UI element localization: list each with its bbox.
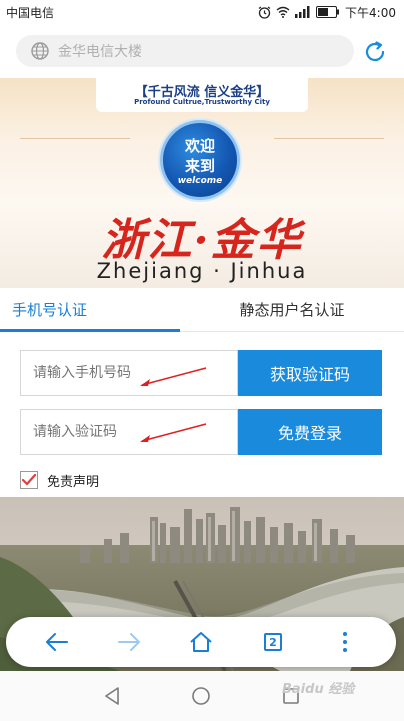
battery-icon	[316, 6, 340, 18]
nav-home-icon[interactable]	[189, 684, 213, 708]
banner-slogan-en: Profound Cultrue,Trustworthy City	[134, 98, 270, 106]
tab-count: 2	[264, 633, 282, 651]
banner-decoration	[274, 138, 384, 139]
browser-toolbar: 2	[6, 617, 396, 667]
alarm-icon	[258, 6, 271, 19]
active-tab-indicator	[0, 329, 180, 332]
disclaimer-link[interactable]: 免责声明	[47, 471, 99, 490]
checkmark-icon	[22, 474, 36, 486]
annotation-arrow-icon	[140, 367, 207, 386]
tab-phone-auth[interactable]: 手机号认证	[0, 288, 180, 332]
watermark: Baidu 经验	[282, 682, 355, 697]
refresh-icon[interactable]	[362, 39, 388, 65]
annotation-arrow-icon	[140, 423, 207, 442]
welcome-banner: 【千古风流 信义金华】 Profound Cultrue,Trustworthy…	[0, 78, 404, 288]
address-bar: 金华电信大楼	[0, 24, 404, 78]
tab-phone-auth-label: 手机号认证	[12, 301, 88, 319]
signal-icon	[295, 6, 311, 18]
url-field[interactable]: 金华电信大楼	[16, 35, 354, 67]
clock-label: 下午4:00	[345, 5, 396, 20]
tabs-switcher-button[interactable]: 2	[258, 628, 288, 656]
nav-back-icon[interactable]	[100, 684, 124, 708]
url-text: 金华电信大楼	[58, 44, 142, 60]
tab-static-auth-label: 静态用户名认证	[239, 301, 345, 319]
welcome-badge: 欢迎 来到 welcome	[160, 120, 240, 200]
status-icons: 下午4:00	[258, 4, 396, 21]
wifi-icon	[276, 6, 290, 18]
screen: 中国电信 下午4:00 金华电信大楼 【千古风流 信义金华】 Profound …	[0, 0, 404, 721]
get-code-button[interactable]: 获取验证码	[238, 350, 382, 396]
banner-decoration	[20, 138, 130, 139]
welcome-badge-line2: 来到	[184, 157, 215, 175]
back-icon[interactable]	[42, 628, 72, 656]
auth-tabs: 手机号认证 静态用户名认证	[0, 288, 404, 332]
welcome-badge-line1: 欢迎	[184, 137, 215, 155]
disclaimer-row: 免责声明	[20, 470, 99, 490]
free-login-button[interactable]: 免费登录	[238, 409, 382, 455]
disclaimer-checkbox[interactable]	[20, 471, 38, 489]
more-menu-icon[interactable]	[330, 628, 360, 656]
globe-icon	[30, 41, 50, 61]
banner-subtitle: Zhejiang · Jinhua	[96, 259, 308, 283]
status-bar: 中国电信 下午4:00	[0, 0, 404, 24]
banner-slogan-box: 【千古风流 信义金华】 Profound Cultrue,Trustworthy…	[96, 78, 308, 112]
welcome-badge-en: welcome	[177, 176, 223, 186]
home-icon[interactable]	[186, 628, 216, 656]
forward-icon[interactable]	[114, 628, 144, 656]
tab-static-auth[interactable]: 静态用户名认证	[180, 288, 404, 332]
carrier-label: 中国电信	[6, 5, 55, 20]
